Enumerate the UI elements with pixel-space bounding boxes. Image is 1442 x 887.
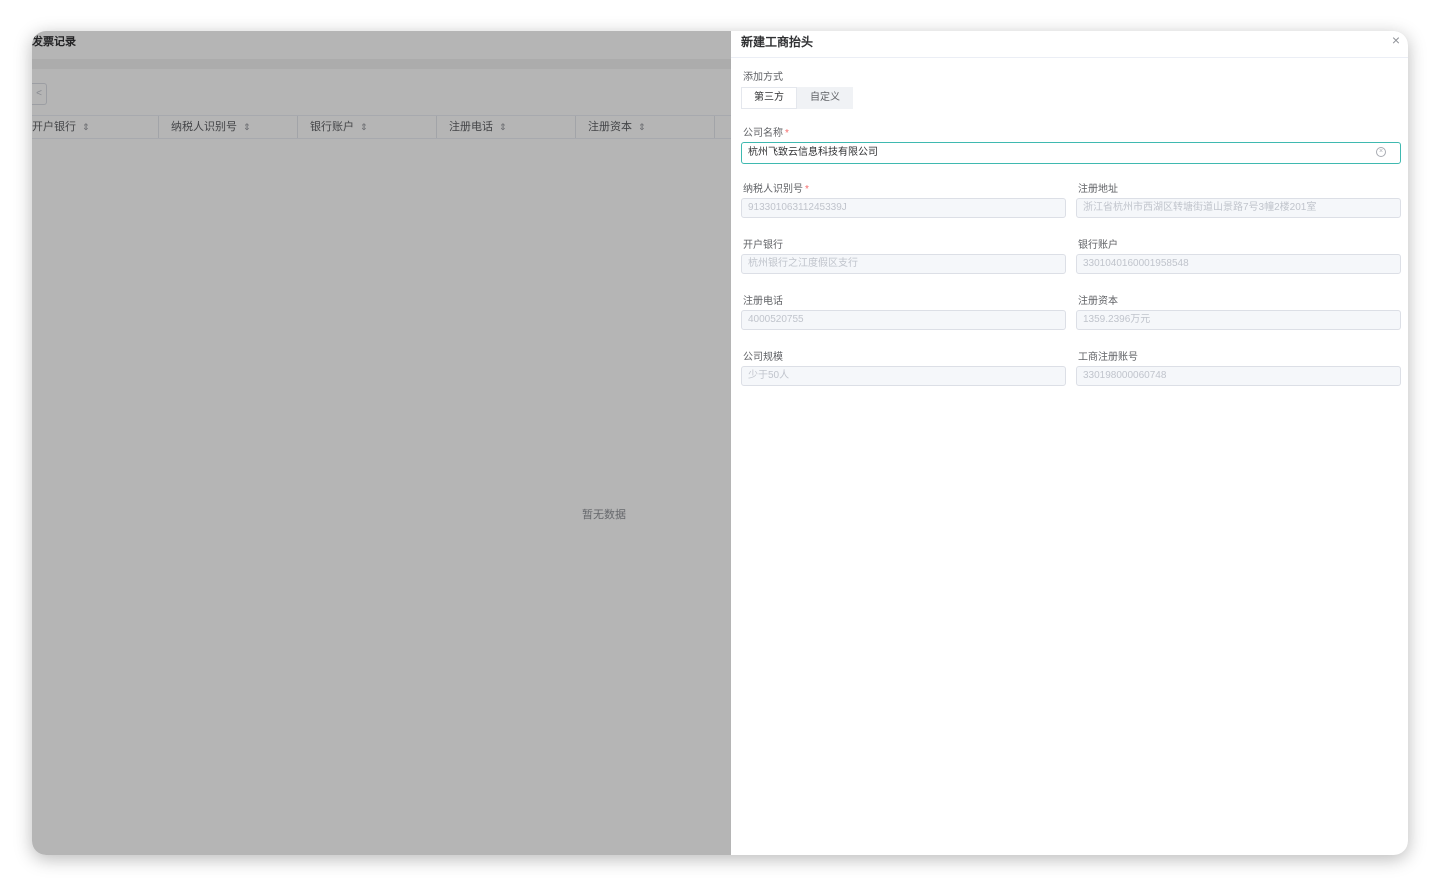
add-method-switch: 第三方 自定义 (741, 87, 853, 109)
account-input[interactable]: 3301040160001958548 (1076, 254, 1401, 274)
reg-no-label: 工商注册账号 (1078, 352, 1138, 363)
capital-label: 注册资本 (1078, 296, 1118, 307)
phone-label: 注册电话 (743, 296, 783, 307)
drawer-header: 新建工商抬头 × (731, 31, 1408, 58)
app-window: 发票记录 < 开户银行 ⇕ 纳税人识别号 ⇕ 银行账户 ⇕ 注册电话 ⇕ 注册资本 ⇕ 暂… (32, 31, 1408, 855)
tab-custom[interactable]: 自定义 (797, 87, 853, 109)
company-name-label: 公司名称 * (743, 128, 789, 139)
taxpayer-id-label: 纳税人识别号 * (743, 184, 809, 195)
address-input[interactable]: 浙江省杭州市西湖区转塘街道山景路7号3幢2楼201室 (1076, 198, 1401, 218)
scale-label: 公司规模 (743, 352, 783, 363)
company-name-input[interactable]: 杭州飞致云信息科技有限公司 × (741, 142, 1401, 164)
tab-third-party[interactable]: 第三方 (741, 87, 797, 109)
address-label: 注册地址 (1078, 184, 1118, 195)
clear-icon[interactable]: × (1376, 147, 1386, 157)
scale-input[interactable]: 少于50人 (741, 366, 1066, 386)
account-label: 银行账户 (1078, 240, 1118, 251)
capital-input[interactable]: 1359.2396万元 (1076, 310, 1401, 330)
bank-input[interactable]: 杭州银行之江度假区支行 (741, 254, 1066, 274)
taxpayer-id-input[interactable]: 91330106311245339J (741, 198, 1066, 218)
new-business-header-drawer: 新建工商抬头 × 添加方式 第三方 自定义 公司名称 * 杭州飞致云信息科技有限公… (731, 31, 1408, 855)
drawer-title: 新建工商抬头 (741, 35, 814, 49)
required-mark: * (785, 128, 789, 139)
add-method-label: 添加方式 (743, 72, 783, 83)
phone-input[interactable]: 4000520755 (741, 310, 1066, 330)
bank-label: 开户银行 (743, 240, 783, 251)
required-mark: * (805, 184, 809, 195)
reg-no-input[interactable]: 330198000060748 (1076, 366, 1401, 386)
close-icon[interactable]: × (1392, 32, 1400, 48)
